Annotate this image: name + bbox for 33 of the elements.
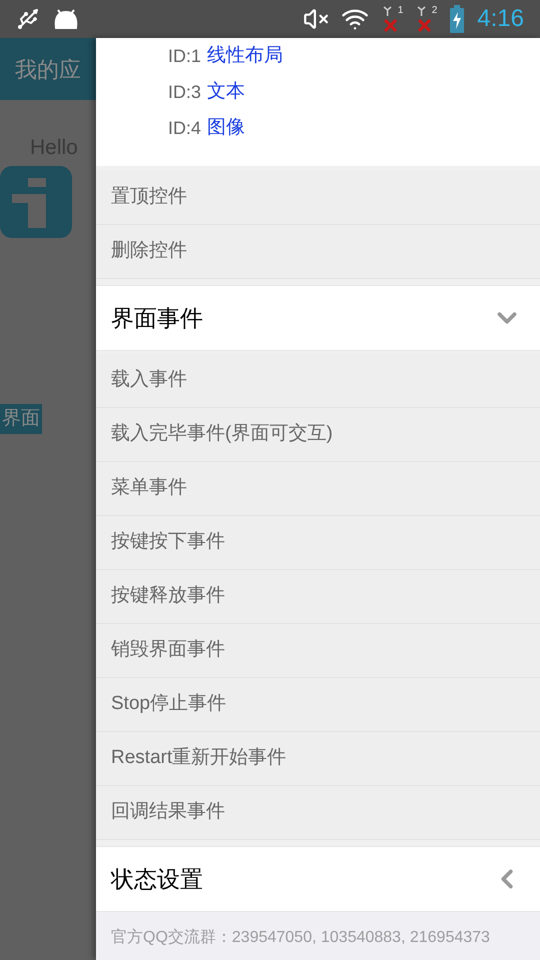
sim-number: 2 <box>432 6 438 16</box>
app-title: 我的应 <box>15 56 81 84</box>
widget-link[interactable]: 线性布局 <box>207 42 284 70</box>
sim-number: 1 <box>398 6 404 16</box>
menu-item[interactable]: 按键按下事件 <box>96 516 540 570</box>
menu-item[interactable]: Restart重新开始事件 <box>96 732 540 786</box>
usb-icon <box>16 7 40 31</box>
footer-text: 官方QQ交流群：239547050, 103540883, 216954373 <box>111 928 490 948</box>
menu-item[interactable]: 按键释放事件 <box>96 570 540 624</box>
menu-item[interactable]: 删除控件 <box>96 225 540 279</box>
antenna-icon <box>383 6 392 16</box>
widget-link[interactable]: 图像 <box>207 114 246 142</box>
menu-item[interactable]: 回调结果事件 <box>96 786 540 840</box>
widget-link[interactable]: 文本 <box>207 78 246 106</box>
battery-icon <box>449 5 466 33</box>
widget-id: ID:1 <box>168 44 202 68</box>
menu-item[interactable]: 载入事件 <box>96 354 540 408</box>
cross-icon <box>384 19 398 32</box>
section-header[interactable]: 界面事件 <box>96 285 540 351</box>
widget-id: ID:3 <box>168 80 202 104</box>
menu-item[interactable]: 销毁界面事件 <box>96 624 540 678</box>
cross-icon <box>418 19 432 32</box>
menu-item[interactable]: Stop停止事件 <box>96 678 540 732</box>
menu-item[interactable]: 菜单事件 <box>96 462 540 516</box>
section-header[interactable]: 状态设置 <box>96 846 540 912</box>
widget-id: ID:4 <box>168 116 202 140</box>
menu-item[interactable]: 载入完毕事件(界面可交互) <box>96 408 540 462</box>
screen-label: 界面 <box>0 404 42 434</box>
android-icon <box>52 8 80 30</box>
mute-icon <box>303 6 330 32</box>
menu-item[interactable]: 置顶控件 <box>96 171 540 225</box>
antenna-icon <box>417 6 426 16</box>
clock: 4:16 <box>477 4 524 34</box>
